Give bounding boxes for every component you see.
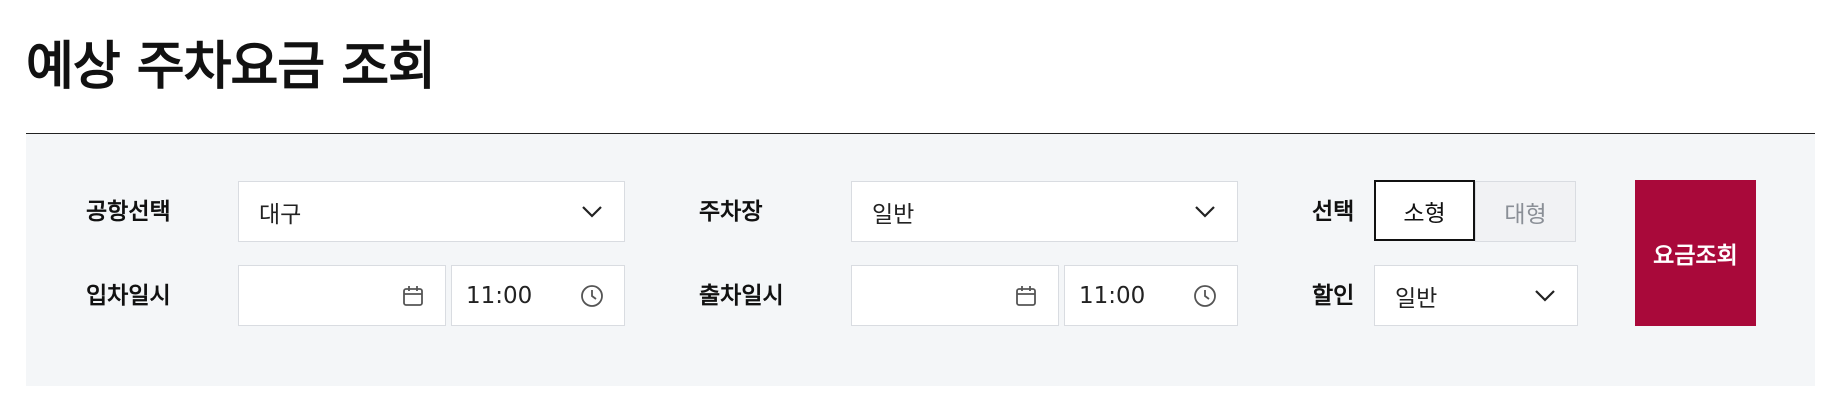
calendar-icon[interactable]	[399, 282, 427, 310]
search-panel	[26, 134, 1815, 386]
entry-datetime-label: 입차일시	[86, 283, 171, 309]
vehicle-type-small-button[interactable]: 소형	[1374, 180, 1475, 241]
discount-label: 할인	[1312, 283, 1355, 309]
exit-time-value: 11:00	[1079, 282, 1146, 309]
chevron-down-icon	[1531, 282, 1559, 310]
fare-search-button[interactable]: 요금조회	[1635, 180, 1756, 326]
entry-time-value: 11:00	[466, 282, 533, 309]
chevron-down-icon	[578, 198, 606, 226]
discount-select[interactable]: 일반	[1374, 265, 1578, 326]
vehicle-type-large-button[interactable]: 대형	[1475, 181, 1576, 242]
entry-time-input[interactable]: 11:00	[451, 265, 625, 326]
airport-label: 공항선택	[86, 199, 171, 225]
airport-select[interactable]: 대구	[238, 181, 625, 242]
exit-time-input[interactable]: 11:00	[1064, 265, 1238, 326]
chevron-down-icon	[1191, 198, 1219, 226]
airport-select-value: 대구	[259, 201, 302, 228]
page-title: 예상 주차요금 조회	[26, 37, 436, 97]
exit-date-input[interactable]	[851, 265, 1059, 326]
parking-lot-select-value: 일반	[872, 201, 915, 228]
vehicle-type-label: 선택	[1312, 199, 1355, 225]
clock-icon[interactable]	[1191, 282, 1219, 310]
parking-lot-label: 주차장	[699, 199, 763, 225]
exit-datetime-label: 출차일시	[699, 283, 784, 309]
entry-date-input[interactable]	[238, 265, 446, 326]
parking-lot-select[interactable]: 일반	[851, 181, 1238, 242]
discount-select-value: 일반	[1395, 285, 1438, 312]
clock-icon[interactable]	[578, 282, 606, 310]
calendar-icon[interactable]	[1012, 282, 1040, 310]
